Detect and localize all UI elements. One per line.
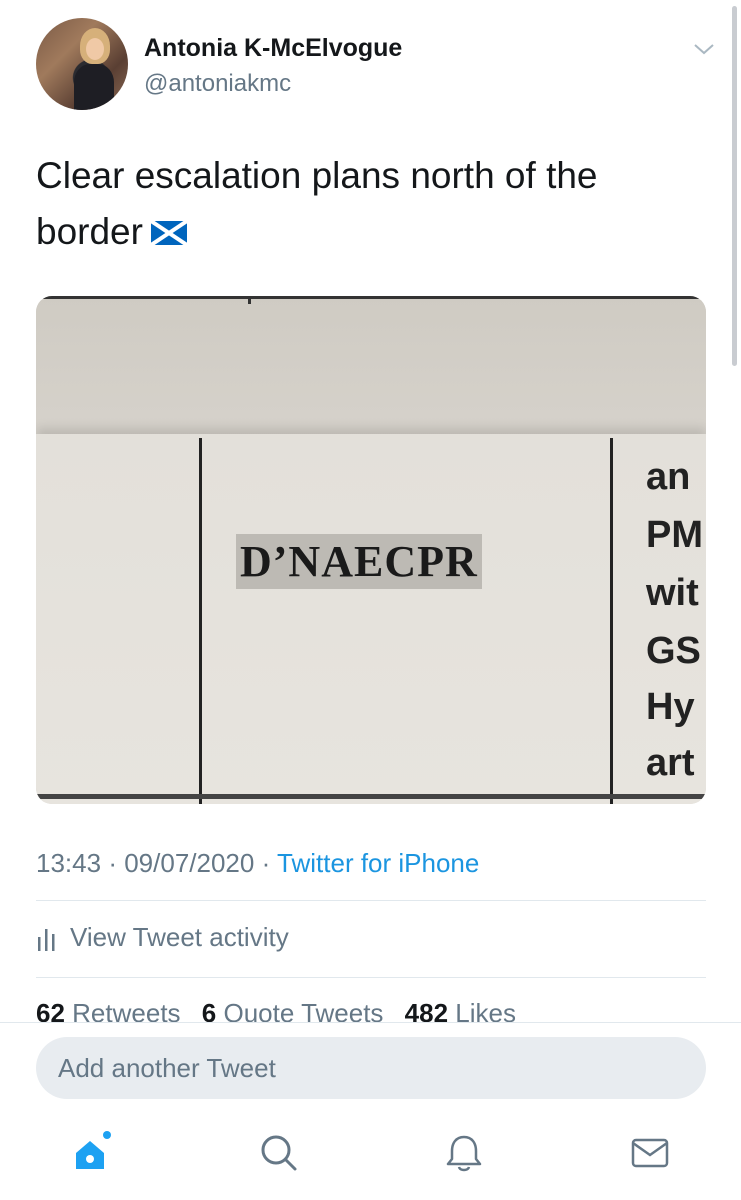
photo-text-fragment: GS — [646, 630, 701, 672]
photo-text-fragment: wit — [646, 572, 699, 614]
author-name[interactable]: Antonia K-McElvogue — [144, 34, 402, 63]
bar-chart-icon — [38, 928, 55, 951]
tab-home[interactable] — [70, 1131, 114, 1175]
home-icon — [76, 1131, 111, 1169]
photo-text-fragment: PM — [646, 514, 703, 556]
tweet-date: 09/07/2020 — [124, 848, 255, 878]
tab-messages[interactable] — [628, 1131, 672, 1175]
tweet-header: Antonia K-McElvogue @antoniakmc — [36, 18, 716, 113]
author-handle[interactable]: @antoniakmc — [144, 70, 291, 98]
photo-code-label: D’NAECPR — [236, 534, 482, 589]
photo-text-fragment: art — [646, 742, 695, 784]
photo-text-fragment: an — [646, 456, 691, 498]
reply-input[interactable]: Add another Tweet — [36, 1037, 706, 1099]
tab-notifications[interactable] — [442, 1131, 486, 1175]
photo-text-fragment: Hy — [646, 686, 695, 728]
reply-placeholder: Add another Tweet — [58, 1053, 276, 1083]
meta-separator: · — [108, 848, 117, 878]
bottom-bar: Add another Tweet — [0, 1022, 741, 1200]
tweet-time: 13:43 — [36, 848, 102, 878]
tweet-photo[interactable]: D’NAECPR an PM wit GS Hy art — [36, 296, 706, 804]
meta-separator: · — [261, 848, 271, 878]
tweet-source-link[interactable]: Twitter for iPhone — [277, 848, 479, 878]
chevron-down-icon[interactable] — [692, 40, 716, 58]
divider — [36, 900, 706, 901]
avatar[interactable] — [36, 18, 128, 110]
tweet-text: Clear escalation plans north of the bord… — [36, 148, 696, 260]
messages-icon — [631, 1138, 669, 1168]
tab-bar — [0, 1131, 741, 1191]
scotland-flag-icon — [150, 221, 187, 245]
divider — [36, 977, 706, 978]
tweet-meta: 13:43 · 09/07/2020 · Twitter for iPhone — [36, 848, 479, 879]
notifications-icon — [446, 1135, 482, 1172]
scrollbar[interactable] — [732, 6, 737, 366]
view-activity-button[interactable]: View Tweet activity — [36, 922, 289, 953]
view-activity-label: View Tweet activity — [70, 922, 289, 952]
tab-search[interactable] — [257, 1131, 301, 1175]
search-icon — [261, 1135, 297, 1171]
tweet-body: Clear escalation plans north of the bord… — [36, 155, 598, 252]
